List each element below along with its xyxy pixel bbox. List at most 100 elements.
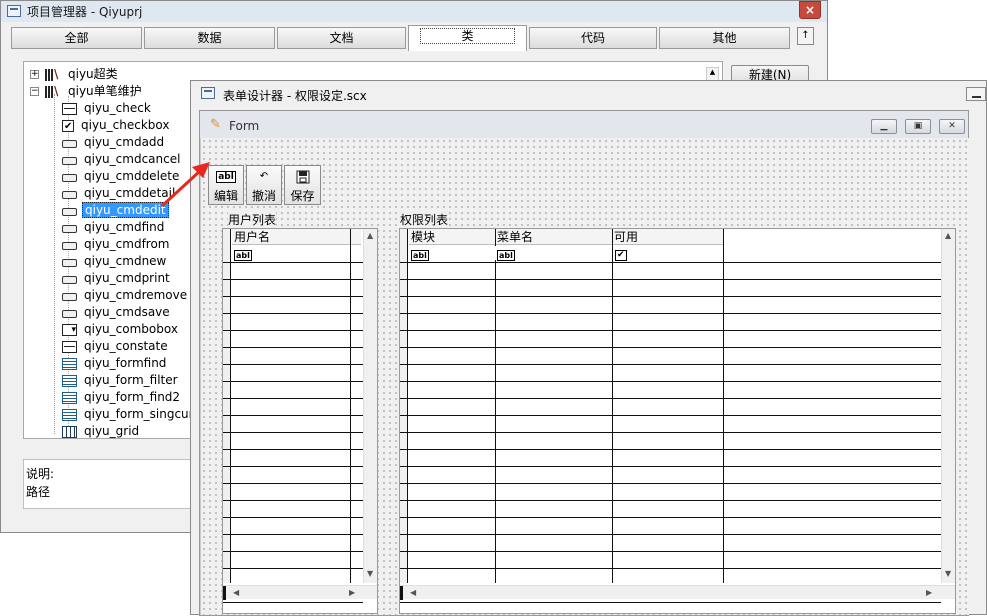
tree-item[interactable]: qiyu_form_find2	[62, 389, 182, 405]
grid-cell-glyph: abl	[495, 246, 555, 261]
tree-item[interactable]: qiyu_cmddetail	[62, 185, 177, 201]
grid-row-divider	[223, 262, 363, 263]
form-close-button[interactable]: ✕	[939, 119, 965, 134]
tab-other[interactable]: 其他	[659, 27, 790, 49]
tree-item[interactable]: qiyu_cmdfind	[62, 219, 166, 235]
tree-item[interactable]: qiyu_cmdsave	[62, 304, 172, 320]
scroll-up-arrow[interactable]: ▲	[367, 231, 373, 240]
vertical-scrollbar[interactable]: ▲ ▼	[941, 229, 955, 583]
tree-item[interactable]: qiyu_cmddelete	[62, 168, 181, 184]
form-icon	[62, 357, 77, 370]
form-canvas[interactable]: abl 编辑 ↶ 撤消 保存 用户列表 权限列表 用户名 abl ▲ ▼ ◀ ▶…	[201, 138, 969, 615]
scroll-thumb	[223, 586, 226, 600]
tree-item-label: qiyu_formfind	[84, 356, 167, 370]
class-library-icon	[45, 66, 61, 82]
checkbox-icon: ✔	[615, 250, 627, 261]
tree-item[interactable]: qiyu_checkbox	[62, 117, 171, 135]
grid-row-divider	[400, 483, 941, 484]
grid-row-divider	[400, 398, 941, 399]
button-icon	[62, 258, 77, 267]
permission-grid[interactable]: 模块 菜单名 可用 abl abl ✔ ▲ ▼ ◀ ▶	[399, 228, 956, 614]
form-titlebar[interactable]: ✎ Form ▁ ▣ ✕	[200, 111, 968, 138]
column-header-enabled[interactable]: 可用	[612, 229, 723, 245]
tree-item[interactable]: qiyu_cmdfrom	[62, 236, 172, 252]
tab-code[interactable]: 代码	[529, 27, 657, 49]
tree-item[interactable]: qiyu_grid	[62, 423, 141, 439]
form-designer-titlebar[interactable]: 表单设计器 - 权限设定.scx	[191, 81, 986, 107]
minimize-button[interactable]	[966, 87, 986, 101]
horizontal-scrollbar[interactable]: ◀ ▶	[223, 585, 377, 600]
tab-classes-label: 类	[420, 28, 515, 44]
tree-item[interactable]: qiyu_cmdremove	[62, 287, 189, 303]
tab-all[interactable]: 全部	[11, 27, 142, 49]
tree-item[interactable]: qiyu_formfind	[62, 355, 168, 371]
path-label: 路径	[26, 485, 51, 499]
tree-item[interactable]: qiyu_cmdnew	[62, 253, 168, 269]
tree-item[interactable]: qiyu_cmdcancel	[62, 151, 182, 167]
tree-item[interactable]: qiyu_form_filter	[62, 372, 180, 388]
collapse-arrow-button[interactable]: ↑	[797, 27, 814, 45]
button-icon	[62, 275, 77, 284]
scroll-left-arrow[interactable]: ◀	[233, 588, 239, 597]
user-list-label: 用户列表	[228, 211, 277, 228]
grid-row-divider	[400, 279, 941, 280]
undo-icon: ↶	[259, 171, 269, 182]
tab-documents[interactable]: 文档	[277, 27, 406, 49]
scroll-left-arrow[interactable]: ◀	[410, 588, 416, 597]
tree-item[interactable]: qiyu_constate	[62, 338, 170, 354]
tab-classes[interactable]: 类	[408, 25, 527, 51]
collapse-icon[interactable]: −	[30, 87, 39, 96]
vertical-scrollbar[interactable]: ▲ ▼	[363, 229, 377, 583]
tree-scroll-up-arrow[interactable]: ▲	[706, 67, 719, 81]
tree-group-qiyu-single-maintenance[interactable]: − qiyu单笔维护	[30, 83, 144, 99]
description-label: 说明:	[26, 467, 55, 481]
scroll-right-arrow[interactable]: ▶	[349, 588, 355, 597]
tree-item[interactable]: qiyu_form_singcurs	[62, 406, 202, 422]
permission-list-label: 权限列表	[400, 211, 449, 228]
grid-row-divider	[223, 279, 363, 280]
scroll-down-arrow[interactable]: ▼	[367, 569, 373, 578]
grid-row-divider	[223, 517, 363, 518]
grid-row-divider	[400, 551, 941, 552]
tree-item[interactable]: qiyu_cmdedit	[62, 202, 169, 218]
grid-row-divider	[223, 534, 363, 535]
tree-item-label: qiyu_cmdprint	[84, 271, 170, 285]
grid-row-divider	[223, 449, 363, 450]
tree-item-label: qiyu_cmdremove	[84, 288, 188, 302]
save-button[interactable]: 保存	[284, 165, 321, 205]
tree-item[interactable]: qiyu_cmdprint	[62, 270, 172, 286]
grid-row-divider	[400, 466, 941, 467]
scroll-right-arrow[interactable]: ▶	[926, 588, 932, 597]
tree-group-qiyu-superclass[interactable]: + qiyu超类	[30, 66, 120, 82]
close-button[interactable]: ×	[799, 1, 821, 19]
tree-item-label: qiyu_cmdfrom	[84, 237, 170, 251]
edit-button[interactable]: abl 编辑	[208, 165, 244, 205]
column-header-username[interactable]: 用户名	[232, 229, 361, 245]
button-icon	[62, 173, 77, 182]
project-manager-title: 项目管理器 - Qiyuprj	[27, 5, 143, 19]
grid-row-divider	[223, 483, 363, 484]
tree-item[interactable]: qiyu_cmdadd	[62, 134, 166, 150]
column-header-menu-name[interactable]: 菜单名	[495, 229, 612, 245]
tree-item[interactable]: qiyu_check	[62, 100, 153, 116]
column-header-module[interactable]: 模块	[409, 229, 495, 245]
horizontal-scrollbar[interactable]: ◀ ▶	[400, 585, 955, 600]
tree-group-label: qiyu单笔维护	[68, 84, 142, 98]
tab-data[interactable]: 数据	[144, 27, 275, 49]
grid-row-divider	[400, 449, 941, 450]
form-minimize-button[interactable]: ▁	[871, 119, 897, 134]
undo-button[interactable]: ↶ 撤消	[246, 165, 282, 205]
tree-connector	[54, 94, 55, 434]
grid-column-divider	[612, 229, 613, 583]
scroll-down-arrow[interactable]: ▼	[945, 569, 951, 578]
scroll-up-arrow[interactable]: ▲	[945, 231, 951, 240]
grid-row-divider	[400, 313, 941, 314]
user-grid[interactable]: 用户名 abl ▲ ▼ ◀ ▶	[222, 228, 378, 614]
expand-icon[interactable]: +	[30, 70, 39, 79]
grid-icon	[62, 425, 77, 438]
button-icon	[62, 190, 77, 199]
tree-item[interactable]: qiyu_combobox	[62, 321, 180, 338]
project-manager-titlebar[interactable]: 项目管理器 - Qiyuprj ×	[1, 1, 827, 22]
grid-row-divider	[400, 347, 941, 348]
form-maximize-button[interactable]: ▣	[905, 119, 931, 134]
